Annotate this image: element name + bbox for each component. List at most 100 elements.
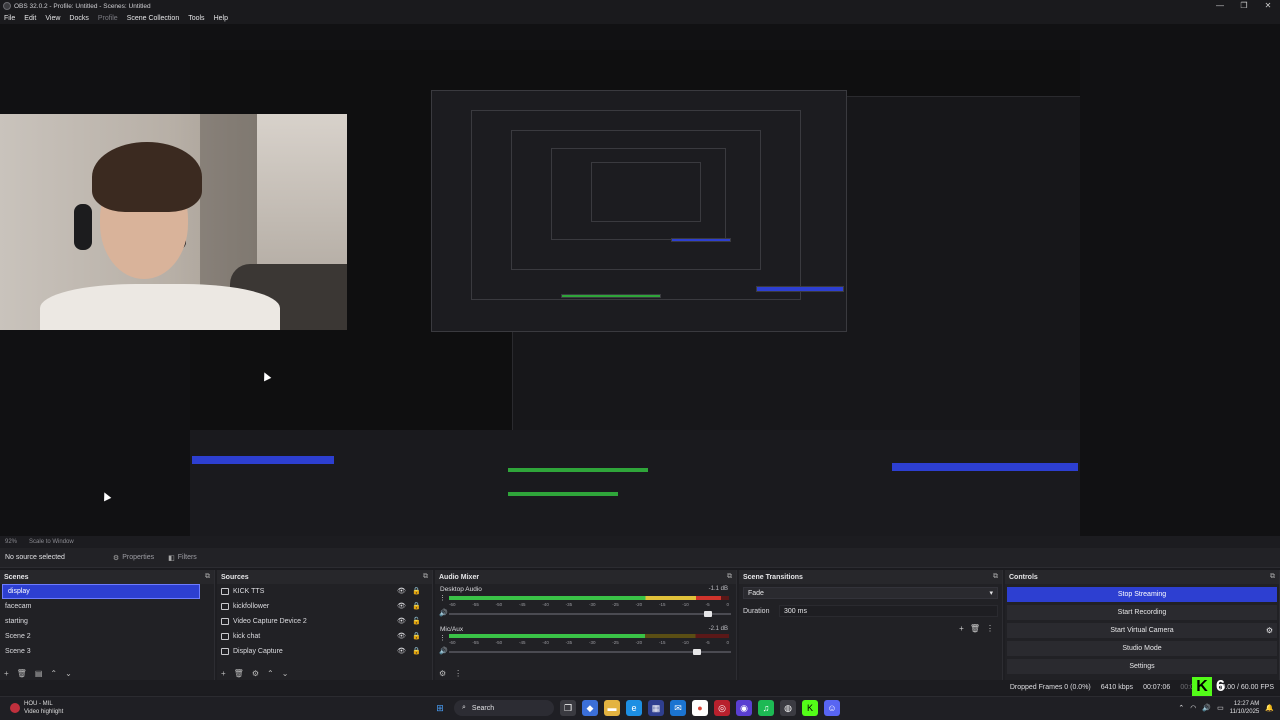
menu-help[interactable]: Help [214,15,228,22]
spotify-icon[interactable]: ♫ [758,700,774,716]
scene-item-facecam[interactable]: facecam [0,599,214,614]
mixer-menu-icon[interactable]: ⋮ [454,669,462,678]
wifi-icon[interactable]: ◠ [1190,704,1196,712]
move-up-button[interactable]: ⌃ [267,669,274,678]
menu-view[interactable]: View [45,15,60,22]
transition-menu-icon[interactable]: ⋮ [986,624,994,633]
studio-mode-button[interactable]: Studio Mode [1007,641,1277,656]
monitor-icon [221,648,229,655]
volume-slider[interactable] [449,611,731,617]
minimize-button[interactable]: — [1208,0,1232,12]
scale-to-window[interactable]: Scale to Window [29,539,74,545]
taskbar-search[interactable]: ⌕ Search [454,700,554,716]
source-video-capture[interactable]: Video Capture Device 2 👁 🔓 [217,614,432,629]
undock-icon[interactable]: ⧉ [423,573,428,581]
obs-icon[interactable]: ◍ [780,700,796,716]
scene-item-scene-3[interactable]: Scene 3 [0,644,214,659]
menu-scene-collection[interactable]: Scene Collection [127,15,180,22]
battery-icon[interactable]: ▭ [1217,704,1224,712]
start-virtual-camera-button[interactable]: Start Virtual Camera ⚙ [1007,623,1277,638]
task-view-icon[interactable]: ❐ [560,700,576,716]
source-display-capture[interactable]: Display Capture 👁 🔒 [217,644,432,659]
menu-tools[interactable]: Tools [188,15,204,22]
app-icon[interactable]: ◎ [714,700,730,716]
properties-button[interactable]: ⚙ Properties [113,554,154,562]
search-label: Search [471,704,495,712]
source-kickfollower[interactable]: kickfollower 👁 🔒 [217,599,432,614]
remove-scene-button[interactable]: 🗑 [17,669,27,678]
stop-streaming-button[interactable]: Stop Streaming [1007,587,1277,602]
lock-icon[interactable]: 🔒 [412,602,421,610]
menu-profile[interactable]: Profile [98,15,118,22]
eye-icon[interactable]: 👁 [397,617,406,625]
channel-menu-icon[interactable]: ⋮ [439,634,446,642]
notifications-icon[interactable]: 🔔 [1265,704,1274,712]
lock-icon[interactable]: 🔒 [412,632,421,640]
add-scene-button[interactable]: + [4,669,9,678]
start-recording-button[interactable]: Start Recording [1007,605,1277,620]
speaker-icon[interactable]: 🔊 [439,647,448,655]
file-explorer-icon[interactable]: ▬ [604,700,620,716]
clock[interactable]: 12:27 AM 11/10/2025 [1230,700,1260,716]
windows-start-icon[interactable]: ⊞ [432,700,448,716]
preview-area[interactable] [0,24,1280,556]
add-source-button[interactable]: + [221,669,226,678]
source-kick-chat[interactable]: kick chat 👁 🔒 [217,629,432,644]
taskbar-widget[interactable]: HOU - MIL Video highlight [10,700,63,716]
filters-button[interactable]: ◧ Filters [168,554,197,562]
discord-icon[interactable]: ☺ [824,700,840,716]
close-button[interactable]: ✕ [1256,0,1280,12]
scene-filters-button[interactable]: ▤ [35,669,43,678]
unlock-icon[interactable]: 🔓 [412,617,421,625]
eye-icon[interactable]: 👁 [397,602,406,610]
scene-item-scene-2[interactable]: Scene 2 [0,629,214,644]
volume-icon[interactable]: 🔊 [1202,704,1211,712]
scene-item-starting[interactable]: starting [0,614,214,629]
volume-slider[interactable] [449,649,731,655]
duration-input[interactable]: 300 ms [779,605,998,617]
undock-icon[interactable]: ⧉ [1270,573,1275,581]
lock-icon[interactable]: 🔒 [412,587,421,595]
zoom-level[interactable]: 92% [5,539,17,545]
chevron-up-icon[interactable]: ⌃ [1178,704,1184,712]
speaker-icon[interactable]: 🔊 [439,609,448,617]
eye-icon[interactable]: 👁 [397,587,406,595]
menu-docks[interactable]: Docks [69,15,88,22]
volume-knob[interactable] [692,649,701,655]
add-transition-button[interactable]: + [959,624,964,633]
meter-ticks: -60 -55 -50 -45 -40 -35 -30 -25 -20 -15 -10 -5 0 [449,602,729,607]
gear-icon[interactable]: ⚙ [1266,626,1273,635]
move-down-button[interactable]: ⌄ [282,669,289,678]
transition-select[interactable]: Fade ▾ [743,587,998,599]
chrome-icon[interactable]: ● [692,700,708,716]
settings-button[interactable]: Settings [1007,659,1277,674]
remove-source-button[interactable]: 🗑 [234,669,244,678]
source-kick-tts[interactable]: KICK TTS 👁 🔒 [217,584,432,599]
app-icon[interactable]: ◆ [582,700,598,716]
undock-icon[interactable]: ⧉ [993,573,998,581]
maximize-button[interactable]: ❐ [1232,0,1256,12]
edge-icon[interactable]: e [626,700,642,716]
nested-meter-2 [508,492,618,496]
meter-tick-label: -55 [472,602,479,607]
app-icon[interactable]: ◉ [736,700,752,716]
kick-icon[interactable]: K [802,700,818,716]
channel-menu-icon[interactable]: ⋮ [439,594,446,602]
source-properties-button[interactable]: ⚙ [252,669,259,678]
eye-icon[interactable]: 👁 [397,632,406,640]
outlook-icon[interactable]: ✉ [670,700,686,716]
advanced-audio-icon[interactable]: ⚙ [439,669,446,678]
move-up-button[interactable]: ⌃ [50,669,57,678]
undock-icon[interactable]: ⧉ [727,573,732,581]
lock-icon[interactable]: 🔒 [412,647,421,655]
store-icon[interactable]: ▦ [648,700,664,716]
menu-file[interactable]: File [4,15,15,22]
remove-transition-button[interactable]: 🗑 [970,624,980,633]
channel-mic-aux: Mic/Aux -2.1 dB ⋮ -60 -55 -50 -45 -40 -35 -30-… [435,624,736,664]
move-down-button[interactable]: ⌄ [65,669,72,678]
menu-edit[interactable]: Edit [24,15,36,22]
eye-icon[interactable]: 👁 [397,647,406,655]
scene-item-display[interactable]: display [2,584,200,599]
undock-icon[interactable]: ⧉ [205,573,210,581]
volume-knob[interactable] [703,611,712,617]
